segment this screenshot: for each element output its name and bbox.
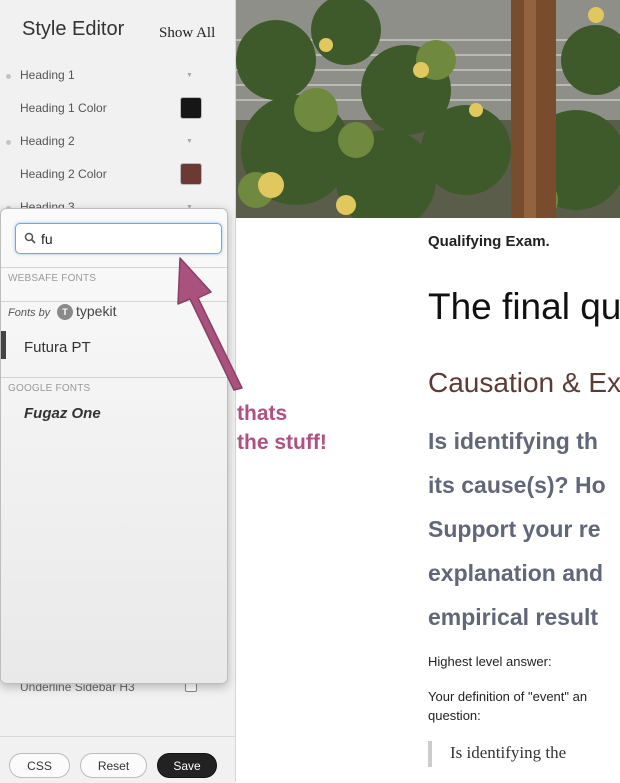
- annotation-arrow-icon: [177, 257, 243, 391]
- question-line: explanation and: [428, 560, 604, 586]
- annotation-line: thats: [237, 402, 288, 425]
- blockquote-bar: [428, 741, 432, 767]
- style-row-label: Heading 2: [20, 134, 75, 148]
- font-option-futura-pt[interactable]: Futura PT: [24, 339, 91, 356]
- bullet-icon: [6, 140, 11, 145]
- header-photo: [236, 0, 620, 218]
- save-button[interactable]: Save: [157, 753, 217, 778]
- annotation-text: thats the stuff!: [237, 399, 327, 457]
- show-all-link[interactable]: Show All: [159, 25, 215, 42]
- definition-line: question:: [428, 708, 481, 723]
- style-row-label: Heading 1: [20, 68, 75, 82]
- chevron-down-icon[interactable]: ▼: [186, 72, 193, 79]
- chevron-down-icon[interactable]: ▼: [186, 138, 193, 145]
- font-option-fugaz-one[interactable]: Fugaz One: [24, 405, 101, 422]
- highest-level-answer: Highest level answer:: [428, 654, 552, 669]
- annotation-line: the stuff!: [237, 431, 327, 454]
- sidebar-footer: CSS Reset Save: [0, 736, 235, 783]
- typekit-name: typekit: [76, 303, 117, 319]
- bullet-icon: [6, 74, 11, 79]
- style-row-heading-1[interactable]: Heading 1 ▼: [0, 60, 236, 93]
- definition-text: Your definition of "event" an question:: [428, 687, 587, 725]
- qualifying-exam-label: Qualifying Exam.: [428, 233, 550, 250]
- font-search-value: fu: [41, 231, 53, 247]
- blockquote-text: Is identifying the: [450, 743, 567, 762]
- question-line: Support your re: [428, 516, 601, 542]
- color-swatch[interactable]: [180, 163, 202, 185]
- question-line: empirical result: [428, 604, 599, 630]
- style-row-label: Heading 2 Color: [20, 167, 107, 181]
- reset-button[interactable]: Reset: [80, 753, 147, 778]
- page-heading: The final qu: [428, 286, 620, 327]
- question-line: Is identifying th: [428, 428, 598, 454]
- typekit-logo-icon: T: [57, 304, 73, 320]
- section-heading: Causation & Ex: [428, 367, 620, 398]
- question-line: its cause(s)? Ho: [428, 472, 606, 498]
- search-icon: [24, 232, 36, 244]
- definition-line: Your definition of "event" an: [428, 689, 588, 704]
- question-text: Is identifying th its cause(s)? Ho Suppo…: [428, 419, 606, 639]
- style-row-heading-2-color[interactable]: Heading 2 Color: [0, 159, 236, 192]
- google-fonts-heading: GOOGLE FONTS: [8, 383, 91, 394]
- style-row-heading-1-color[interactable]: Heading 1 Color: [0, 93, 236, 126]
- sidebar-title: Style Editor: [22, 18, 125, 40]
- css-button[interactable]: CSS: [9, 753, 70, 778]
- color-swatch[interactable]: [180, 97, 202, 119]
- selected-indicator: [1, 331, 6, 359]
- style-row-heading-2[interactable]: Heading 2 ▼: [0, 126, 236, 159]
- websafe-fonts-heading: WEBSAFE FONTS: [8, 273, 97, 284]
- fonts-by-label: Fonts by: [8, 307, 51, 319]
- style-row-label: Heading 1 Color: [20, 101, 107, 115]
